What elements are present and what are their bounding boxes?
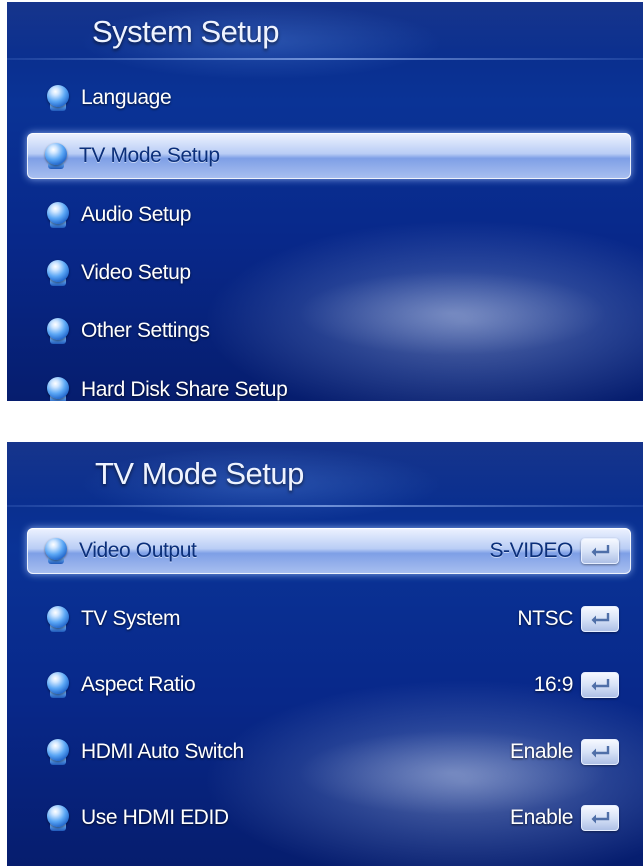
menu-item-tv-mode-setup[interactable]: TV Mode Setup xyxy=(27,133,631,179)
orb-bullet-icon xyxy=(47,260,69,286)
menu-item-label: Other Settings xyxy=(81,319,210,342)
setting-value: Enable xyxy=(510,740,573,763)
setting-value: 16:9 xyxy=(533,673,574,696)
orb-bullet-icon xyxy=(47,606,69,632)
setting-label: TV System xyxy=(81,607,181,630)
enter-return-icon[interactable] xyxy=(581,672,619,698)
orb-bullet-icon xyxy=(47,85,69,111)
setting-row-use-hdmi-edid[interactable]: Use HDMI EDID Enable xyxy=(29,796,631,840)
setting-value: Enable xyxy=(510,806,573,829)
setting-row-aspect-ratio[interactable]: Aspect Ratio 16:9 xyxy=(29,663,631,707)
menu-item-label: Audio Setup xyxy=(81,203,192,226)
setting-label: Use HDMI EDID xyxy=(81,806,229,829)
setting-label: Aspect Ratio xyxy=(81,673,196,696)
page-title: System Setup xyxy=(92,14,279,49)
orb-bullet-icon xyxy=(47,377,69,401)
orb-bullet-icon xyxy=(47,318,69,344)
menu-item-label: TV Mode Setup xyxy=(79,144,220,167)
tv-mode-setup-screen: TV Mode Setup Video Output S-VIDEO TV Sy… xyxy=(7,442,643,866)
orb-bullet-icon xyxy=(47,202,69,228)
enter-return-icon[interactable] xyxy=(581,538,619,564)
setting-row-hdmi-auto-switch[interactable]: HDMI Auto Switch Enable xyxy=(29,730,631,774)
title-divider xyxy=(7,58,643,60)
menu-item-language[interactable]: Language xyxy=(29,76,631,120)
title-divider xyxy=(7,505,643,507)
menu-item-label: Language xyxy=(81,86,172,109)
menu-item-audio-setup[interactable]: Audio Setup xyxy=(29,193,631,237)
orb-bullet-icon xyxy=(45,143,67,169)
enter-return-icon[interactable] xyxy=(581,739,619,765)
menu-item-video-setup[interactable]: Video Setup xyxy=(29,251,631,295)
setting-label: HDMI Auto Switch xyxy=(81,740,244,763)
system-setup-screen: System Setup Language TV Mode Setup Audi… xyxy=(7,2,643,401)
menu-item-label: Video Setup xyxy=(81,261,191,284)
orb-bullet-icon xyxy=(47,739,69,765)
enter-return-icon[interactable] xyxy=(581,805,619,831)
enter-return-icon[interactable] xyxy=(581,606,619,632)
page-title: TV Mode Setup xyxy=(95,456,304,491)
setting-value: S-VIDEO xyxy=(489,539,573,562)
menu-item-other-settings[interactable]: Other Settings xyxy=(29,309,631,353)
menu-item-label: Hard Disk Share Setup xyxy=(81,378,288,401)
orb-bullet-icon xyxy=(47,672,69,698)
menu-item-hard-disk-share-setup[interactable]: Hard Disk Share Setup xyxy=(29,368,631,401)
orb-bullet-icon xyxy=(45,538,67,564)
setting-value: NTSC xyxy=(517,607,573,630)
orb-bullet-icon xyxy=(47,805,69,831)
setting-row-tv-system[interactable]: TV System NTSC xyxy=(29,597,631,641)
setting-row-video-output[interactable]: Video Output S-VIDEO xyxy=(27,528,631,574)
setting-label: Video Output xyxy=(79,539,197,562)
